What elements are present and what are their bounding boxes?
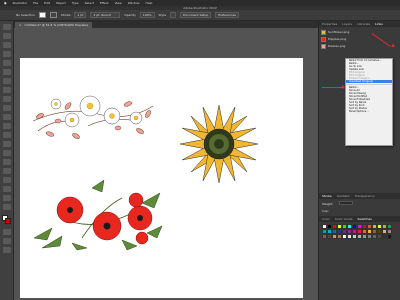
direct-selection-tool-icon[interactable] — [3, 33, 11, 39]
paintbrush-tool-icon[interactable] — [3, 87, 11, 93]
style-dropdown[interactable] — [170, 12, 177, 18]
link-name: Sunflower.png — [328, 30, 350, 34]
stroke-swatch[interactable] — [49, 12, 57, 18]
fill-swatch[interactable] — [38, 12, 46, 18]
menu-item[interactable]: Unembed Image(s) — [346, 80, 392, 83]
tab-libraries[interactable]: Libraries — [357, 22, 370, 26]
hand-tool-icon[interactable] — [3, 195, 11, 201]
opacity-field[interactable]: 100% — [139, 12, 155, 18]
opacity-value: 100% — [142, 13, 152, 17]
links-panel-flyout-menu: Relink from CC Libraries... Relink... Go T… — [345, 58, 393, 146]
swatches-panel-tabs: Color Color Guide Swatches — [319, 216, 400, 222]
canvas[interactable] — [14, 28, 318, 300]
stroke-label: Stroke — [60, 13, 71, 17]
menu-object[interactable]: Object — [56, 1, 66, 5]
artboard[interactable] — [20, 58, 303, 298]
free-transform-tool-icon[interactable] — [3, 141, 11, 147]
swatch-grid — [322, 224, 396, 239]
pen-tool-icon[interactable] — [3, 42, 11, 48]
eyedropper-tool-icon[interactable] — [3, 168, 11, 174]
scale-tool-icon[interactable] — [3, 123, 11, 129]
link-name: Poppies.png — [328, 37, 347, 41]
preferences-label: Preferences — [218, 13, 236, 17]
tab-color[interactable]: Color — [322, 217, 330, 221]
tab-color-guide[interactable]: Color Guide — [335, 217, 353, 221]
document-setup-button[interactable]: Document Setup — [180, 12, 212, 18]
rotate-tool-icon[interactable] — [3, 114, 11, 120]
tab-stroke[interactable]: Stroke — [322, 194, 332, 198]
link-thumbnail — [321, 36, 326, 42]
selection-label: No Selection — [16, 13, 35, 17]
menu-file[interactable]: File — [33, 1, 38, 5]
tab-swatches[interactable]: Swatches — [357, 217, 371, 221]
link-row[interactable]: Poppies.png — [321, 36, 400, 42]
menu-item[interactable]: Panel Options... — [346, 110, 392, 113]
links-panel-tabs: Properties Layers Libraries Links — [319, 21, 400, 27]
style-label: Style — [158, 13, 167, 17]
drawing-modes-icon[interactable] — [3, 229, 11, 235]
selection-tool-icon[interactable] — [3, 24, 11, 30]
apple-icon[interactable]: ● — [4, 1, 7, 5]
stroke-weight-label: Weight: — [322, 202, 334, 206]
document-tab-title: Untitled-1* @ 51.5 % (CMYK/GPU Preview) — [24, 23, 89, 27]
edit-toolbar-icon[interactable] — [3, 247, 11, 253]
link-name: Daisies.png — [328, 44, 346, 48]
document-tab-bar: × Untitled-1* @ 51.5 % (CMYK/GPU Preview… — [14, 21, 318, 28]
screen-mode-icon[interactable] — [3, 238, 11, 244]
pencil-tool-icon[interactable] — [3, 96, 11, 102]
stroke-weight-value: 1 pt — [77, 13, 84, 17]
tab-layers[interactable]: Layers — [342, 22, 352, 26]
artboard-tool-icon[interactable] — [3, 186, 11, 192]
tab-transparency[interactable]: Transparency — [355, 194, 375, 198]
brush-value: 3 pt. Round — [93, 13, 111, 17]
menu-view[interactable]: View — [115, 1, 122, 5]
menu-window[interactable]: Window — [128, 1, 140, 5]
line-tool-icon[interactable] — [3, 69, 11, 75]
control-bar: No Selection Stroke 1 pt 3 pt. Round Opa… — [0, 10, 400, 21]
gradient-tool-icon[interactable] — [3, 159, 11, 165]
menu-effect[interactable]: Effect — [100, 1, 109, 5]
zoom-tool-icon[interactable] — [3, 204, 11, 210]
poppies-image[interactable] — [32, 178, 162, 253]
shape-builder-tool-icon[interactable] — [3, 150, 11, 156]
tools-panel — [0, 21, 14, 300]
link-thumbnail — [321, 29, 326, 35]
menu-edit[interactable]: Edit — [44, 1, 50, 5]
tab-properties[interactable]: Properties — [322, 22, 337, 26]
opacity-label: Opacity — [124, 13, 136, 17]
eraser-tool-icon[interactable] — [3, 105, 11, 111]
type-tool-icon[interactable] — [3, 60, 11, 66]
annotation-arrow-line — [322, 87, 343, 88]
curvature-tool-icon[interactable] — [3, 51, 11, 57]
color-swatch[interactable] — [387, 234, 392, 239]
stroke-panel-tabs: Stroke Gradient Transparency — [319, 193, 400, 199]
brush-dropdown[interactable]: 3 pt. Round — [90, 12, 121, 18]
daisies-image[interactable] — [28, 76, 156, 146]
close-tab-icon[interactable]: × — [19, 23, 22, 27]
tab-gradient[interactable]: Gradient — [337, 194, 350, 198]
document-setup-label: Document Setup — [183, 13, 209, 17]
rectangle-tool-icon[interactable] — [3, 78, 11, 84]
width-tool-icon[interactable] — [3, 132, 11, 138]
stroke-color-icon[interactable] — [5, 218, 11, 224]
menu-help[interactable]: Help — [146, 1, 153, 5]
cap-label: Cap: — [322, 209, 329, 213]
stroke-weight-field[interactable]: 1 pt — [74, 12, 87, 18]
blend-tool-icon[interactable] — [3, 177, 11, 183]
preferences-button[interactable]: Preferences — [215, 12, 239, 18]
menu-type[interactable]: Type — [72, 1, 79, 5]
menu-select[interactable]: Select — [85, 1, 94, 5]
link-thumbnail — [321, 43, 326, 49]
menu-illustrator[interactable]: Illustrator — [13, 1, 28, 5]
sunflower-image[interactable] — [178, 103, 260, 185]
link-row[interactable]: Sunflower.png — [321, 29, 400, 35]
stroke-weight-input[interactable] — [339, 201, 353, 205]
tab-links[interactable]: Links — [375, 22, 383, 26]
annotation-arrowhead — [342, 85, 345, 89]
menu-separator — [346, 84, 392, 85]
